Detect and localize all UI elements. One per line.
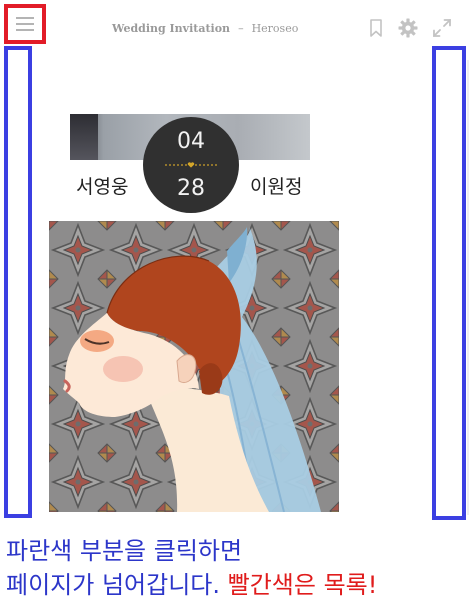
top-bar: Wedding Invitation – Heroseo [0, 0, 470, 60]
author-name: Heroseo [251, 22, 299, 35]
bookmark-button[interactable] [366, 18, 386, 38]
settings-button[interactable] [398, 18, 418, 38]
next-page-zone[interactable] [432, 46, 466, 520]
bookmark-icon [370, 19, 382, 37]
bride-name: 이원정 [250, 176, 303, 198]
heart-divider-icon [165, 162, 217, 168]
title-line: Wedding Invitation – Heroseo [112, 22, 298, 35]
wedding-date-badge: 04 28 [143, 117, 239, 213]
instruction-caption: 파란색 부분을 클릭하면 페이지가 넘어갑니다. 빨간색은 목록! [6, 534, 377, 602]
previous-page-zone[interactable] [4, 46, 32, 518]
caption-line-1: 파란색 부분을 클릭하면 [6, 537, 243, 565]
wedding-day: 28 [177, 176, 205, 201]
page-edge [467, 60, 469, 515]
expand-icon [433, 19, 451, 37]
groom-name: 서영웅 [76, 176, 129, 198]
caption-line-2: 페이지가 넘어갑니다. 빨간색은 목록! [6, 568, 377, 602]
bride-illustration [49, 221, 339, 512]
title-separator: – [238, 22, 244, 35]
gear-icon [398, 18, 418, 38]
app-title: Wedding Invitation [112, 22, 231, 35]
menu-icon [16, 17, 34, 31]
wedding-month: 04 [177, 129, 205, 154]
fullscreen-button[interactable] [432, 18, 452, 38]
caption-line-2-red: 빨간색은 목록! [227, 571, 378, 599]
caption-line-2-blue: 페이지가 넘어갑니다. [6, 571, 220, 599]
menu-button[interactable] [4, 4, 46, 44]
